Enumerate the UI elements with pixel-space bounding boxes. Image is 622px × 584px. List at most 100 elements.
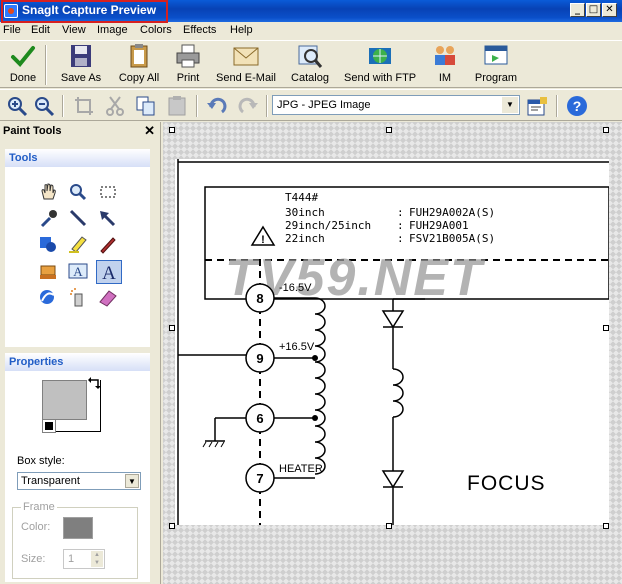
panel-close-icon[interactable]: ✕ [144, 123, 155, 139]
svg-text:9: 9 [256, 351, 263, 366]
help-icon[interactable]: ? [566, 95, 588, 117]
catalog-button[interactable]: Catalog [289, 43, 331, 87]
printer-icon [174, 43, 202, 69]
schematic-drawing: T444# 30inch 29inch/25inch 22inch : : : … [177, 159, 609, 525]
paint-tools-panel: Paint Tools ✕ Tools A A Properties Box s… [0, 122, 161, 584]
resize-handle-bottom-left[interactable] [169, 523, 175, 529]
menu-edit[interactable]: Edit [31, 24, 50, 36]
maximize-button[interactable]: □ [586, 3, 601, 17]
text-tool-icon[interactable]: A [96, 260, 122, 284]
redo-icon[interactable] [237, 95, 259, 117]
stepper-up-icon[interactable]: ▲ [91, 551, 103, 559]
svg-text:29inch/25inch: 29inch/25inch [285, 219, 371, 232]
send-ftp-button[interactable]: Send with FTP [344, 43, 416, 87]
highlighter-tool-icon[interactable] [66, 233, 92, 257]
svg-text:!: ! [261, 234, 265, 246]
shape-tool-icon[interactable] [36, 233, 62, 257]
title-bar[interactable]: SnagIt Capture Preview _ □ ✕ [0, 0, 622, 23]
program-button[interactable]: Program [474, 43, 518, 87]
eraser-tool-icon[interactable] [96, 286, 122, 310]
frame-color-swatch[interactable] [63, 517, 93, 539]
panel-title: Paint Tools [3, 125, 62, 137]
menu-help[interactable]: Help [230, 24, 253, 36]
canvas-area[interactable]: T444# 30inch 29inch/25inch 22inch : : : … [163, 122, 622, 584]
toolbar-separator [196, 95, 198, 117]
svg-text::: : [397, 219, 404, 232]
menu-bar: File Edit View Image Colors Effects Help [0, 22, 622, 40]
tools-scrollbar[interactable] [150, 149, 160, 347]
svg-text:?: ? [573, 98, 582, 114]
title-highlight-box [1, 0, 168, 23]
frame-size-label: Size: [21, 553, 46, 565]
floppy-disk-icon [67, 43, 95, 69]
captured-image[interactable]: T444# 30inch 29inch/25inch 22inch : : : … [175, 159, 609, 525]
resize-handle-right[interactable] [603, 325, 609, 331]
menu-image[interactable]: Image [97, 24, 128, 36]
resize-handle-top[interactable] [386, 127, 392, 133]
crop-icon[interactable] [73, 95, 95, 117]
print-button[interactable]: Print [172, 43, 204, 87]
properties-icon[interactable] [526, 95, 548, 117]
background-color-swatch[interactable] [42, 419, 56, 433]
menu-effects[interactable]: Effects [183, 24, 216, 36]
resize-handle-left[interactable] [169, 325, 175, 331]
frame-color-label: Color: [21, 521, 51, 533]
stamp-text-tool-icon[interactable]: A [66, 260, 92, 284]
box-style-select[interactable]: Transparent ▼ [17, 472, 141, 490]
edit-toolbar: JPG - JPEG Image ▼ ? [0, 89, 622, 121]
resize-handle-top-right[interactable] [603, 127, 609, 133]
zoom-out-icon[interactable] [33, 95, 55, 117]
stepper-down-icon[interactable]: ▼ [91, 559, 103, 567]
copy-icon[interactable] [135, 95, 157, 117]
toolbar-separator [62, 95, 64, 117]
menu-colors[interactable]: Colors [140, 24, 172, 36]
box-style-label: Box style: [17, 455, 65, 467]
toolbar-separator [556, 95, 558, 117]
toolbar-separator [45, 45, 47, 85]
im-people-icon [431, 43, 459, 69]
cut-icon[interactable] [104, 95, 126, 117]
zoom-tool-icon[interactable] [66, 181, 92, 205]
svg-text:8: 8 [256, 291, 263, 306]
undo-icon[interactable] [206, 95, 228, 117]
frame-size-stepper[interactable]: 1 ▲ ▼ [63, 549, 105, 569]
fill-tool-icon[interactable] [36, 260, 62, 284]
chevron-down-icon[interactable]: ▼ [125, 474, 139, 488]
tools-section-header: Tools [5, 149, 152, 167]
hand-tool-icon[interactable] [36, 181, 62, 205]
foreground-color-swatch[interactable] [42, 380, 87, 420]
arrow-tool-icon[interactable] [96, 207, 122, 231]
toolbar-separator [266, 95, 268, 117]
resize-handle-bottom-right[interactable] [603, 523, 609, 529]
paste-icon[interactable] [166, 95, 188, 117]
done-button[interactable]: Done [6, 43, 40, 87]
program-window-icon [482, 43, 510, 69]
copy-all-button[interactable]: Copy All [116, 43, 162, 87]
properties-scrollbar[interactable] [150, 353, 160, 582]
swap-colors-icon[interactable] [87, 375, 103, 391]
chevron-down-icon[interactable]: ▼ [502, 97, 518, 113]
selection-tool-icon[interactable] [96, 181, 122, 205]
resize-handle-bottom[interactable] [386, 523, 392, 529]
main-toolbar: Done Save As Copy All Print Send E-Mail … [0, 40, 622, 88]
tools-section: Tools A A [5, 149, 152, 347]
line-tool-icon[interactable] [66, 207, 92, 231]
panel-header: Paint Tools ✕ [0, 122, 160, 141]
spray-tool-icon[interactable] [66, 286, 92, 310]
close-button[interactable]: ✕ [602, 3, 617, 17]
minimize-button[interactable]: _ [570, 3, 585, 17]
send-email-button[interactable]: Send E-Mail [216, 43, 276, 87]
effects-tool-icon[interactable] [36, 286, 62, 310]
svg-text:7: 7 [256, 471, 263, 486]
menu-file[interactable]: File [3, 24, 21, 36]
envelope-icon [232, 43, 260, 69]
eyedropper-tool-icon[interactable] [36, 207, 62, 231]
zoom-in-icon[interactable] [6, 95, 28, 117]
svg-text:6: 6 [256, 411, 263, 426]
im-button[interactable]: IM [430, 43, 460, 87]
output-format-select[interactable]: JPG - JPEG Image ▼ [272, 95, 520, 115]
menu-view[interactable]: View [62, 24, 86, 36]
pen-tool-icon[interactable] [96, 233, 122, 257]
save-as-button[interactable]: Save As [58, 43, 104, 87]
resize-handle-top-left[interactable] [169, 127, 175, 133]
